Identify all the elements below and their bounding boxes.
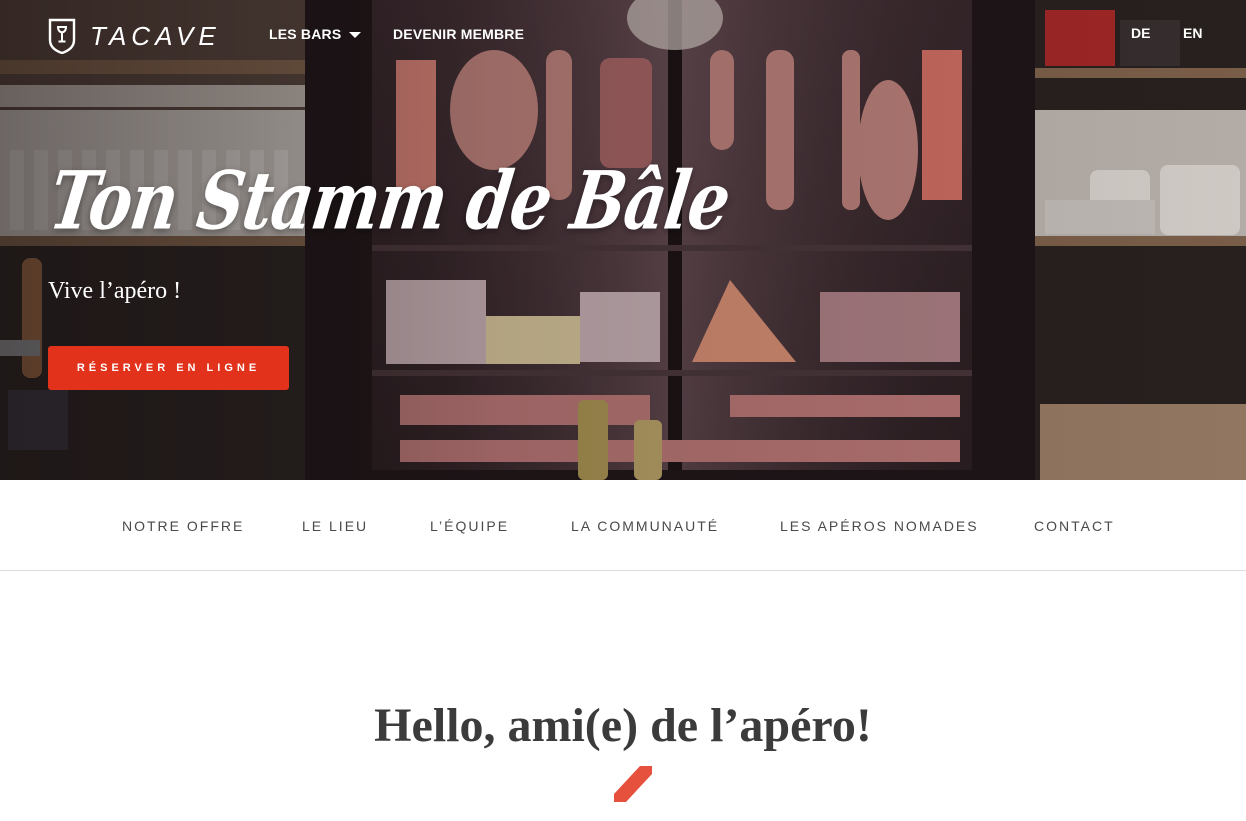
- les-bars-label: LES BARS: [269, 26, 342, 42]
- shield-wine-glass-icon: [48, 18, 76, 54]
- subnav-item-communaute[interactable]: LA COMMUNAUTÉ: [571, 518, 719, 534]
- subnav-item-aperos-nomades[interactable]: LES APÉROS NOMADES: [780, 518, 979, 534]
- section-navigation: NOTRE OFFRE LE LIEU L’ÉQUIPE LA COMMUNAU…: [0, 480, 1246, 571]
- subnav-item-equipe[interactable]: L’ÉQUIPE: [430, 518, 509, 534]
- greeting-heading: Hello, ami(e) de l’apéro!: [374, 699, 872, 752]
- caret-down-icon: [349, 31, 362, 38]
- hero-subtitle: Vive l’apéro !: [48, 278, 182, 304]
- language-en-link[interactable]: EN: [1183, 25, 1202, 41]
- reserve-online-button[interactable]: RÉSERVER EN LIGNE: [48, 346, 289, 390]
- hero-title: Ton Stamm de Bâle: [43, 154, 736, 249]
- subnav-item-notre-offre[interactable]: NOTRE OFFRE: [122, 518, 244, 534]
- language-de-link[interactable]: DE: [1131, 25, 1150, 41]
- top-navigation: TACAVE LES BARS DEVENIR MEMBRE DE EN: [0, 0, 1246, 70]
- subnav-item-le-lieu[interactable]: LE LIEU: [302, 518, 368, 534]
- devenir-membre-link[interactable]: DEVENIR MEMBRE: [393, 26, 524, 42]
- subnav-item-contact[interactable]: CONTACT: [1034, 518, 1115, 534]
- brand-logo[interactable]: TACAVE: [48, 18, 221, 54]
- hero-banner: TACAVE LES BARS DEVENIR MEMBRE DE EN Ton…: [0, 0, 1246, 480]
- brand-name: TACAVE: [90, 20, 221, 51]
- accent-slash-decoration: [614, 766, 652, 802]
- les-bars-dropdown[interactable]: LES BARS: [269, 26, 362, 42]
